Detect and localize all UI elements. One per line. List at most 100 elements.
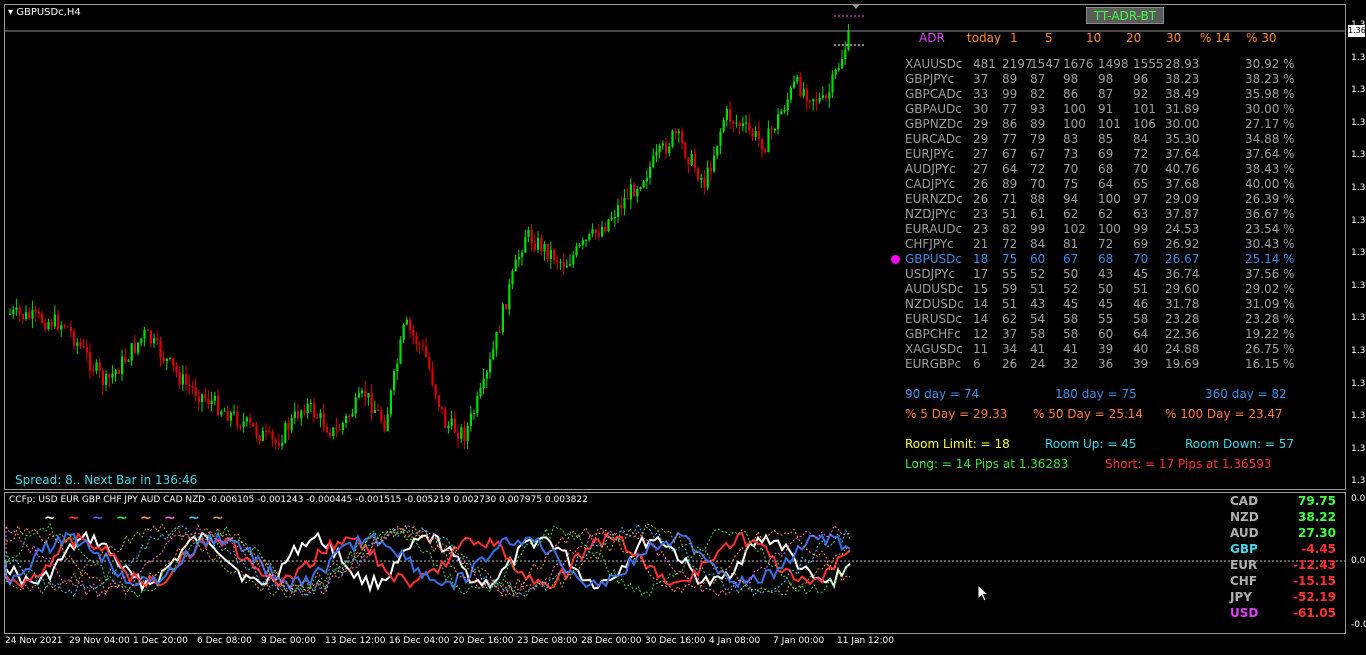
candle-body <box>460 427 463 439</box>
adr-value: 88 <box>1030 192 1046 206</box>
candle-body <box>268 431 271 433</box>
adr-value: 72 <box>1002 237 1018 251</box>
adr-value: 55 <box>1098 312 1114 326</box>
candle-body <box>85 347 88 353</box>
adr-value: 36.67 % <box>1245 207 1295 221</box>
price-tick-label: 1.32240 <box>1351 411 1366 422</box>
candle-body <box>453 418 456 433</box>
candle-body <box>316 417 319 419</box>
price-tick-label: 1.31530 <box>1351 476 1366 487</box>
candle-body <box>565 265 568 268</box>
candle-body <box>98 362 101 371</box>
adr-header-cell: today <box>967 31 1002 45</box>
candle-body <box>805 89 808 101</box>
adr-value: 23 <box>973 207 989 221</box>
candle-body <box>617 205 620 217</box>
adr-header-cell: ADR <box>919 31 945 45</box>
candle-body <box>783 110 786 112</box>
candle-body <box>188 384 191 387</box>
adr-value: 75 <box>1002 252 1018 266</box>
candle-body <box>265 430 268 432</box>
candle-body <box>178 372 181 385</box>
candle-body <box>233 411 236 413</box>
candle-body <box>9 313 12 315</box>
candle-body <box>229 412 232 421</box>
candle-body <box>149 330 152 344</box>
candle-body <box>761 138 764 150</box>
candle-body <box>594 229 597 234</box>
candle-body <box>284 422 287 443</box>
adr-value: 79 <box>1030 132 1046 146</box>
candle-body <box>777 114 780 130</box>
adr-value: 11 <box>973 342 989 356</box>
candle-body <box>169 357 172 359</box>
candle-body <box>351 413 354 417</box>
adr-value: 70 <box>1133 162 1149 176</box>
adr-value: 73 <box>1063 147 1079 161</box>
adr-value: 30 <box>973 102 989 116</box>
dropdown-triangle-icon[interactable]: ▾ <box>8 7 13 18</box>
candle-body <box>447 425 450 429</box>
adr-value: 77 <box>1002 102 1018 116</box>
candle-body <box>197 396 200 403</box>
candle-body <box>540 237 543 252</box>
candle-body <box>482 378 485 389</box>
price-tick-label: 1.34010 <box>1351 248 1366 259</box>
candle-body <box>300 410 303 419</box>
adr-value: 18 <box>973 252 989 266</box>
indicator-tag[interactable]: TT-ADR-BT <box>1086 7 1164 24</box>
adr-value: 2197 <box>1002 57 1033 71</box>
chart-symbol-title[interactable]: ▾ GBPUSDc,H4 <box>8 7 81 18</box>
adr-value: 37.64 % <box>1245 147 1295 161</box>
ccfp-lines <box>4 522 1346 599</box>
room-up: Room Up: = 45 <box>1045 437 1137 451</box>
candle-body <box>124 356 127 362</box>
candle-body <box>252 422 255 427</box>
adr-value: 106 <box>1133 117 1156 131</box>
candle-body <box>165 358 168 362</box>
spread-label: Spread: 8.. Next Bar in 136:46 <box>15 473 198 487</box>
candle-body <box>15 307 18 310</box>
adr-value: 29 <box>973 132 989 146</box>
candle-body <box>18 307 21 315</box>
candle-body <box>636 188 639 197</box>
candle-body <box>674 130 677 134</box>
adr-value: 65 <box>1133 177 1149 191</box>
currency-strength-value: 79.75 <box>1298 494 1336 508</box>
adr-value: 37 <box>973 72 989 86</box>
candle-body <box>562 261 565 268</box>
legend-swatch-icon: ~ <box>212 510 224 526</box>
candle-body <box>53 314 56 327</box>
adr-value: 97 <box>1133 192 1149 206</box>
candle-body <box>841 58 844 69</box>
adr-value: 61 <box>1030 207 1046 221</box>
candle-body <box>236 411 239 427</box>
mouse-cursor-icon <box>977 584 990 602</box>
currency-name: USD <box>1230 606 1259 620</box>
stat-180-day: 180 day = 75 <box>1055 387 1137 401</box>
candle-body <box>201 394 204 403</box>
adr-value: 58 <box>1063 312 1079 326</box>
candle-body <box>140 338 143 343</box>
candle-body <box>287 422 290 431</box>
candle-body <box>220 411 223 415</box>
adr-value: 29.09 <box>1165 192 1200 206</box>
candle-body <box>114 370 117 374</box>
adr-value: 91 <box>1098 102 1114 116</box>
candle-body <box>655 152 658 156</box>
candle-body <box>191 386 194 388</box>
adr-symbol: GBPUSDc <box>905 252 963 266</box>
adr-value: 100 <box>1063 102 1086 116</box>
candle-body <box>373 409 376 413</box>
adr-value: 72 <box>1133 147 1149 161</box>
adr-symbol: EURJPYc <box>905 147 955 161</box>
candle-body <box>258 435 261 441</box>
adr-symbol: NZDUSDc <box>905 297 964 311</box>
candle-body <box>361 390 364 394</box>
candle-body <box>626 197 629 200</box>
adr-value: 70 <box>1030 177 1046 191</box>
adr-symbol: USDJPYc <box>905 267 956 281</box>
adr-symbol: EURAUDc <box>905 222 963 236</box>
candle-body <box>581 240 584 245</box>
legend-swatch-icon: ~ <box>44 510 56 526</box>
